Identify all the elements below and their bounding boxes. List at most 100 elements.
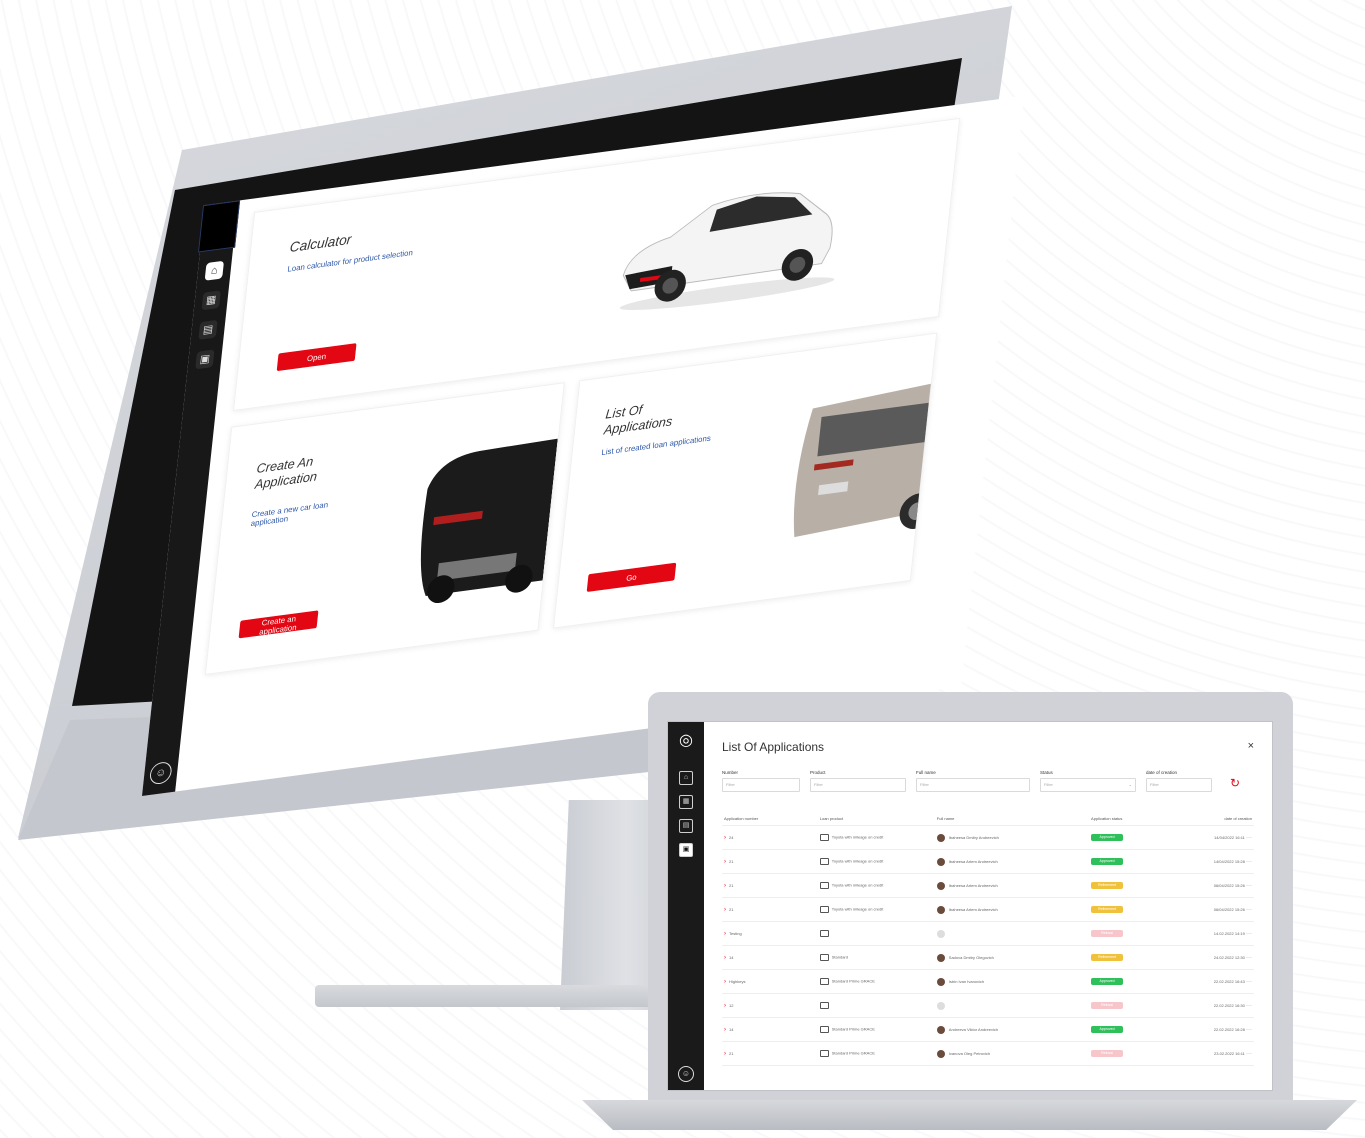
list-applications-subtitle: List of created loan applications [601, 433, 712, 458]
avatar [936, 833, 945, 842]
close-icon[interactable]: × [1248, 740, 1254, 752]
filter-label-date: date of creation [1146, 770, 1178, 775]
monitor-stand-base [315, 985, 665, 1007]
card-icon [819, 906, 829, 913]
more-icon[interactable]: ··· [1246, 907, 1252, 913]
avatar [936, 1049, 945, 1058]
card-icon [819, 1050, 829, 1057]
cell-product [817, 921, 935, 946]
expand-chevron-icon[interactable]: › [724, 979, 726, 985]
expand-chevron-icon[interactable]: › [724, 907, 726, 913]
card-icon [819, 978, 829, 985]
car-image-sedan [619, 192, 835, 310]
expand-chevron-icon[interactable]: › [724, 1003, 726, 1009]
cell-date-text: 24.02.2022 12:30 [1213, 954, 1245, 960]
cell-date-text: 23.02.2022 16:11 [1214, 1050, 1245, 1056]
refresh-icon[interactable]: ↻ [1230, 776, 1240, 792]
cell-product: Standard [817, 945, 935, 970]
more-icon[interactable]: ··· [1246, 955, 1252, 961]
cell-name: Ibaheesa Artem Andreevich [934, 897, 1090, 922]
cell-date: 06/04/2022 15:26 ··· [1179, 873, 1254, 898]
column-header-name[interactable]: Full name [934, 812, 1090, 826]
filter-input-full-name[interactable]: Filter [916, 778, 1030, 792]
table-row[interactable]: › Testing Refusal 14.02.2022 14:19 ··· [722, 921, 1254, 946]
cell-date-text: 14/04/2022 15:28 [1213, 858, 1245, 864]
cell-number-text: 21 [729, 906, 734, 912]
more-icon[interactable]: ··· [1246, 1003, 1252, 1009]
cell-number: › 12 [722, 993, 818, 1018]
expand-chevron-icon[interactable]: › [724, 883, 726, 889]
table-row[interactable]: › 21 Toyota with mileage on credit Ibaheesa… [722, 873, 1254, 898]
expand-chevron-icon[interactable]: › [724, 1027, 726, 1033]
list-icon[interactable]: ▣ [195, 349, 215, 370]
cell-number: › Testing [722, 921, 818, 946]
cell-date-text: 22.02.2022 16:30 [1213, 1002, 1245, 1008]
list-applications-go-button[interactable]: Go [586, 562, 677, 593]
table-row[interactable]: › 14 Standard Prime GRACE Andreeva Viktor A… [722, 1017, 1254, 1042]
column-header-status[interactable]: Application status [1089, 812, 1180, 826]
cell-number: › 14 [722, 945, 818, 970]
create-application-button[interactable]: Create an application [238, 610, 319, 639]
cell-number: › 24 [722, 825, 818, 850]
list-icon[interactable]: ▣ [679, 843, 693, 857]
more-icon[interactable]: ··· [1246, 859, 1252, 865]
cell-status: Refinement [1089, 897, 1180, 922]
column-header-product[interactable]: Loan product [817, 812, 935, 826]
chevron-down-icon: ⌄ [1128, 782, 1132, 787]
status-badge: Refusal [1091, 930, 1124, 937]
card-icon [819, 858, 829, 865]
table-row[interactable]: › Highkeys Standard Prime GRACE Istrin Ivan… [722, 969, 1254, 994]
more-icon[interactable]: ··· [1246, 883, 1252, 889]
table-row[interactable]: › 21 Toyota with mileage on credit Ibaheesa… [722, 849, 1254, 874]
home-icon[interactable]: ⌂ [204, 260, 225, 281]
car-image-suv-grey [793, 381, 938, 538]
avatar [936, 929, 945, 938]
cell-date: 22.02.2022 16:43 ··· [1179, 969, 1254, 994]
status-badge: Refusal [1091, 1002, 1124, 1009]
user-icon[interactable]: ☺ [148, 760, 173, 786]
expand-chevron-icon[interactable]: › [724, 835, 726, 841]
cell-name: Ibaheesa Artem Andreevich [934, 873, 1090, 898]
cell-date-text: 06/04/2022 15:26 [1213, 906, 1245, 912]
calculator-title: Calculator [289, 231, 353, 255]
home-icon[interactable]: ⌂ [679, 771, 693, 785]
toyota-logo-icon[interactable]: ◎ [679, 730, 693, 750]
user-icon[interactable]: ☺ [678, 1066, 694, 1082]
expand-chevron-icon[interactable]: › [724, 955, 726, 961]
cell-number: › Highkeys [722, 969, 818, 994]
laptop-screen: ◎ ⌂ ▦ ▤ ▣ ☺ List Of Applications × Numbe… [668, 722, 1272, 1090]
filter-select-status[interactable]: Filter ⌄ [1040, 778, 1136, 792]
more-icon[interactable]: ··· [1246, 1027, 1252, 1033]
column-header-date[interactable]: date of creation [1179, 812, 1254, 826]
calculator-icon[interactable]: ▦ [679, 795, 693, 809]
column-header-number[interactable]: Application number [722, 812, 818, 826]
filter-input-date[interactable]: Filter [1146, 778, 1212, 792]
filter-input-number[interactable]: Filter [722, 778, 800, 792]
filter-select-status-value: Filter [1044, 782, 1053, 787]
filter-input-product[interactable]: Filter [810, 778, 906, 792]
more-icon[interactable]: ··· [1246, 931, 1252, 937]
table-row[interactable]: › 21 Standard Prime GRACE Ivanova Oleg Petr… [722, 1041, 1254, 1066]
cell-status: Approved [1089, 1017, 1180, 1042]
table-row[interactable]: › 14 Standard Sadova Dmitry Olegovich Refine… [722, 945, 1254, 970]
more-icon[interactable]: ··· [1246, 1051, 1252, 1057]
expand-chevron-icon[interactable]: › [724, 859, 726, 865]
table-row[interactable]: › 21 Toyota with mileage on credit Ibaheesa… [722, 897, 1254, 922]
more-icon[interactable]: ··· [1246, 835, 1252, 841]
cell-number-text: 21 [729, 858, 734, 864]
more-icon[interactable]: ··· [1246, 979, 1252, 985]
table-row[interactable]: › 12 Refusal 22.02.2022 16:30 ··· [722, 993, 1254, 1018]
cell-date: 06/04/2022 15:26 ··· [1179, 897, 1254, 922]
calculator-icon[interactable]: ▦ [201, 290, 221, 311]
table-row[interactable]: › 24 Toyota with mileage on credit Ibaheesa… [722, 825, 1254, 850]
card-icon [819, 930, 829, 937]
expand-chevron-icon[interactable]: › [724, 931, 726, 937]
cell-product-text: Toyota with mileage on credit [831, 858, 884, 864]
cell-status: Refinement [1089, 873, 1180, 898]
avatar [936, 881, 945, 890]
document-icon[interactable]: ▤ [198, 319, 218, 340]
expand-chevron-icon[interactable]: › [724, 1051, 726, 1057]
calculator-open-button[interactable]: Open [276, 343, 357, 372]
document-icon[interactable]: ▤ [679, 819, 693, 833]
applications-panel: List Of Applications × Number Filter Prod… [704, 722, 1272, 1090]
